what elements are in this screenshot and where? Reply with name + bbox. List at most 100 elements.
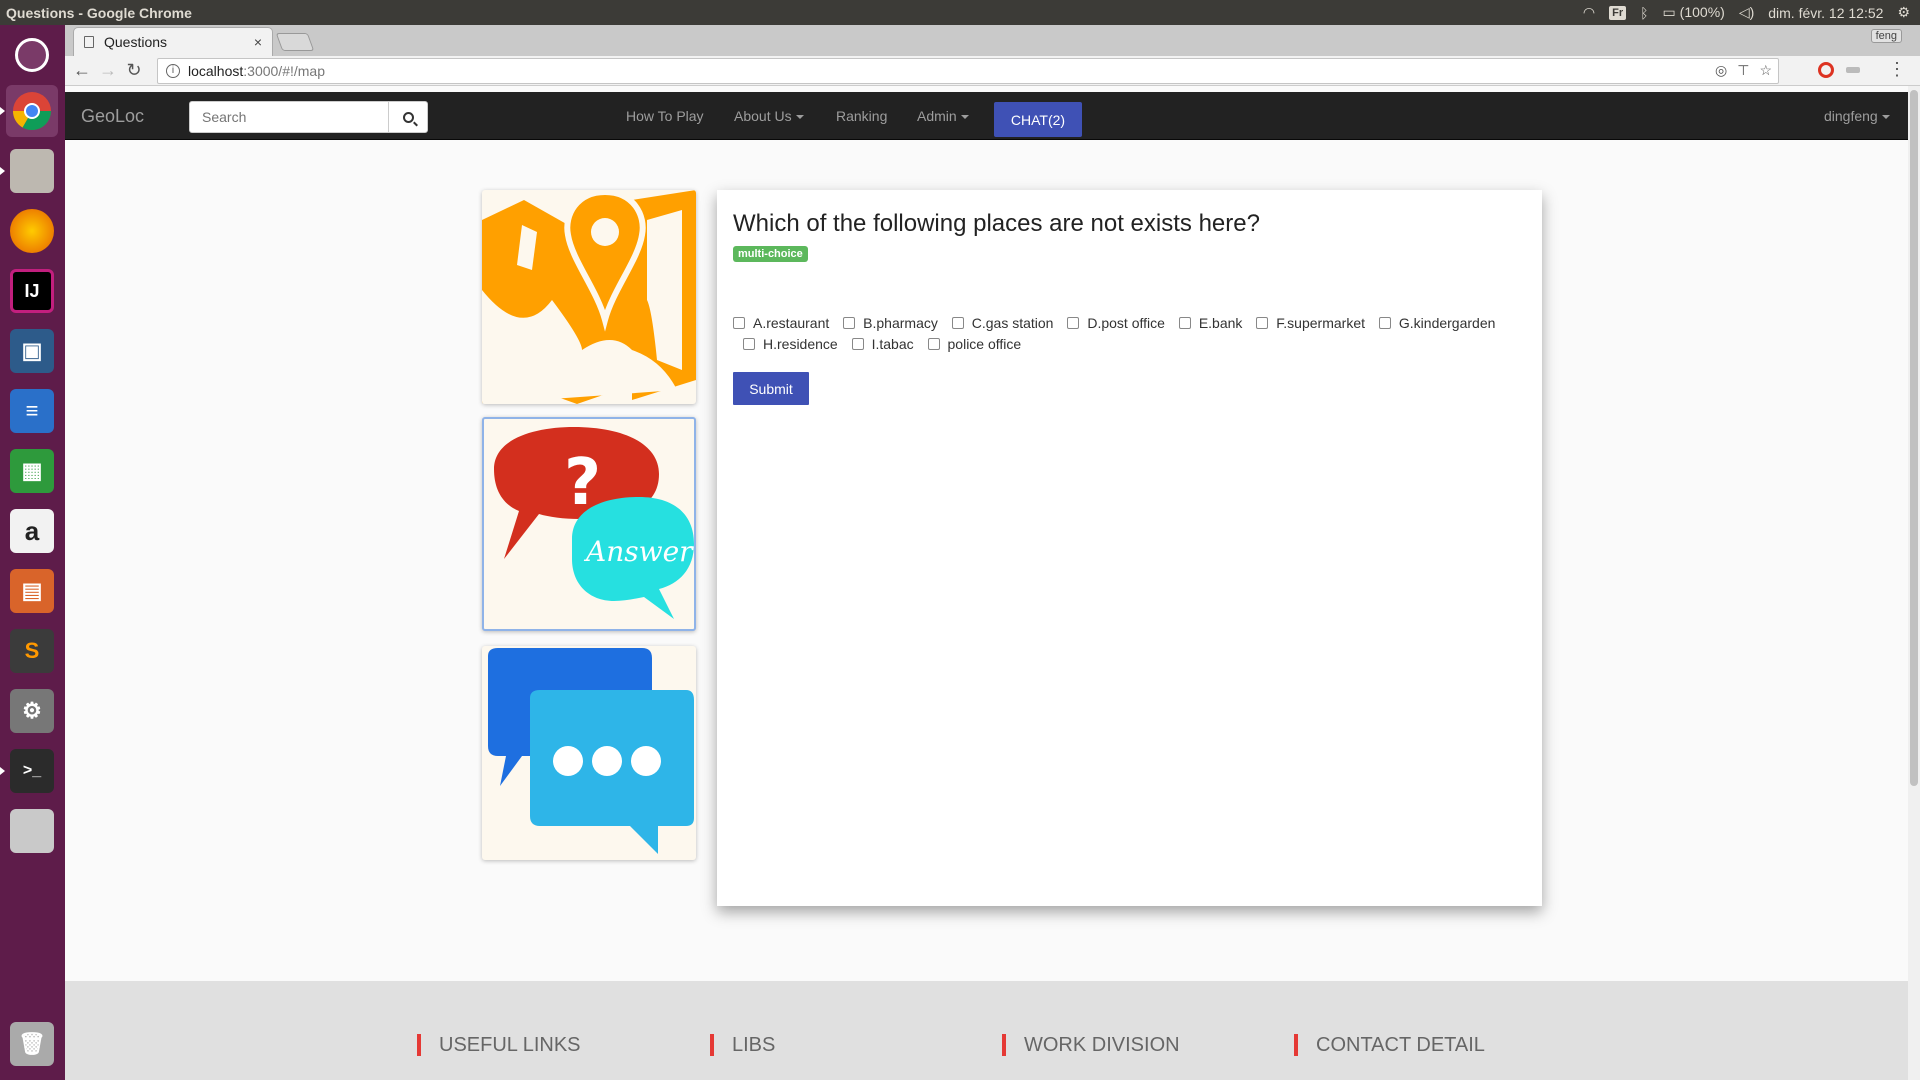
launcher-ubuntu-dash[interactable] (6, 29, 58, 81)
footer-libs: LIBS (710, 1034, 775, 1057)
option-h[interactable]: H.residence (743, 333, 838, 354)
launcher-impress[interactable]: ▤ (6, 565, 58, 617)
launcher-sublime[interactable]: S (6, 625, 58, 677)
star-icon[interactable]: ☆ (1759, 62, 1772, 79)
launcher-amazon[interactable]: a (6, 505, 58, 557)
option-d[interactable]: D.post office (1067, 312, 1165, 333)
bluetooth-icon[interactable]: ᛒ (1640, 5, 1648, 21)
checkbox[interactable] (927, 337, 940, 350)
option-label: G.kindergarden (1398, 314, 1496, 331)
nav-how-to-play[interactable]: How To Play (626, 108, 704, 124)
tab-questions[interactable]: Questions × (73, 27, 273, 56)
option-b[interactable]: B.pharmacy (843, 312, 938, 333)
new-tab-button[interactable] (275, 33, 315, 51)
launcher-intellij[interactable]: IJ (6, 265, 58, 317)
close-icon[interactable]: × (254, 34, 262, 50)
launcher-trash[interactable]: 🗑 (6, 1018, 58, 1070)
app-navbar: GeoLoc How To Play About Us Ranking Admi… (65, 92, 1908, 140)
menu-icon[interactable]: ⋮ (1888, 59, 1906, 80)
checkbox[interactable] (851, 337, 864, 350)
info-icon[interactable]: i (166, 64, 180, 78)
footer-heading: WORK DIVISION (1024, 1034, 1180, 1056)
ubuntu-logo-icon (15, 38, 49, 72)
window-title: Questions - Google Chrome (6, 4, 192, 21)
sublime-icon: S (10, 629, 54, 673)
clock[interactable]: dim. févr. 12 12:52 (1768, 5, 1883, 21)
battery-indicator[interactable]: ▭ (100%) (1663, 4, 1725, 21)
profile-chip[interactable]: feng (1870, 29, 1902, 43)
checkbox[interactable] (843, 316, 856, 329)
option-label: B.pharmacy (863, 314, 938, 331)
footer-useful-links: USEFUL LINKS (417, 1034, 581, 1057)
reload-icon[interactable]: ↻ (121, 60, 147, 81)
submit-button[interactable]: Submit (733, 372, 809, 405)
launcher-firefox[interactable] (6, 205, 58, 257)
launcher-settings[interactable]: ⚙ (6, 685, 58, 737)
checkbox[interactable] (1178, 316, 1191, 329)
checkbox[interactable] (951, 316, 964, 329)
nav-user-menu[interactable]: dingfeng (1824, 108, 1890, 124)
option-c[interactable]: C.gas station (951, 312, 1053, 333)
back-icon[interactable]: ← (69, 60, 95, 81)
checkbox[interactable] (743, 337, 755, 350)
footer-accent-bar (1002, 1034, 1006, 1056)
keyboard-layout[interactable]: Fr (1609, 5, 1627, 20)
address-bar[interactable]: i localhost:3000/#!/map ◎ ⊤ ☆ (157, 58, 1779, 84)
option-label: I.tabac (871, 335, 914, 352)
extension-icon[interactable] (1846, 67, 1860, 73)
files-icon (10, 149, 54, 193)
disk-icon (10, 809, 54, 853)
footer: USEFUL LINKS LIBS WORK DIVISION CONTACT … (65, 981, 1908, 1080)
answer-label: Answer (583, 535, 694, 568)
launcher-writer[interactable]: ≡ (6, 385, 58, 437)
nav-admin[interactable]: Admin (917, 108, 969, 124)
nav-user-label: dingfeng (1824, 108, 1878, 124)
footer-heading: CONTACT DETAIL (1316, 1034, 1485, 1056)
firefox-icon (10, 209, 54, 253)
scrollbar-thumb[interactable] (1910, 90, 1918, 786)
option-a[interactable]: A.restaurant (733, 312, 829, 333)
intellij-icon: IJ (10, 269, 54, 313)
options-list: A.restaurant B.pharmacy C.gas station D.… (733, 312, 1523, 354)
nav-about-us[interactable]: About Us (734, 108, 804, 124)
system-indicators: ◠ Fr ᛒ ▭ (100%) ◁) dim. févr. 12 12:52 ⚙ (1583, 4, 1920, 21)
checkbox[interactable] (1067, 316, 1080, 329)
page-scrollbar[interactable] (1908, 86, 1920, 1080)
gear-icon[interactable]: ⚙ (1897, 4, 1910, 21)
virtualbox-icon: ▣ (10, 329, 54, 373)
question-panel: Which of the following places are not ex… (717, 190, 1542, 906)
os-top-panel: Questions - Google Chrome ◠ Fr ᛒ ▭ (100%… (0, 0, 1920, 25)
chrome-icon (10, 89, 54, 133)
option-i[interactable]: I.tabac (851, 333, 914, 354)
checkbox[interactable] (733, 316, 745, 329)
forward-icon[interactable]: → (95, 60, 121, 81)
wifi-icon[interactable]: ◠ (1583, 4, 1595, 21)
launcher-terminal[interactable]: >_ (0, 745, 58, 797)
launcher-disk[interactable] (6, 805, 58, 857)
chat-card[interactable] (482, 646, 696, 860)
checkbox[interactable] (1378, 316, 1391, 329)
checkbox[interactable] (1256, 316, 1269, 329)
option-e[interactable]: E.bank (1178, 312, 1242, 333)
map-pin-icon (482, 190, 696, 404)
option-g[interactable]: G.kindergarden (1378, 312, 1496, 333)
extension-adblock-icon[interactable] (1818, 62, 1834, 78)
location-icon[interactable]: ◎ (1715, 62, 1727, 79)
impress-icon: ▤ (10, 569, 54, 613)
map-card[interactable] (482, 190, 696, 404)
chat-button[interactable]: CHAT(2) (994, 102, 1082, 137)
option-f[interactable]: F.supermarket (1256, 312, 1365, 333)
pin-icon[interactable]: ⊤ (1737, 62, 1749, 79)
url-host: localhost (188, 63, 244, 79)
caret-down-icon (1881, 115, 1890, 120)
browser-toolbar: ← → ↻ i localhost:3000/#!/map ◎ ⊤ ☆ ⋮ (65, 56, 1920, 86)
launcher-calc[interactable]: ▦ (6, 445, 58, 497)
launcher-files[interactable] (0, 145, 58, 197)
qa-card[interactable]: ? Answer (482, 417, 696, 631)
launcher-virtualbox[interactable]: ▣ (6, 325, 58, 377)
nav-ranking[interactable]: Ranking (836, 108, 887, 124)
launcher-chrome[interactable] (0, 85, 58, 137)
option-label: H.residence (763, 335, 838, 352)
volume-icon[interactable]: ◁) (1739, 4, 1754, 21)
option-police-office[interactable]: police office (927, 333, 1021, 354)
